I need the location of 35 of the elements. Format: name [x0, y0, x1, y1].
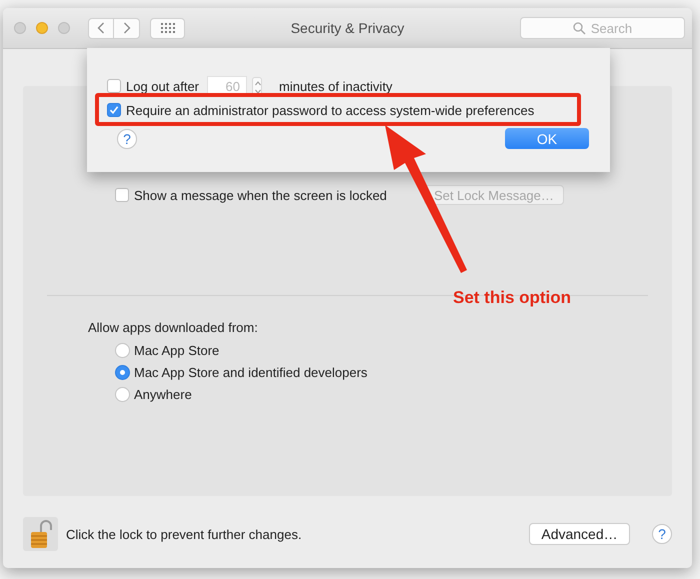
annotation-label: Set this option — [453, 288, 572, 308]
grid-icon — [160, 23, 174, 33]
ok-button[interactable]: OK — [505, 128, 589, 149]
forward-button[interactable] — [114, 18, 140, 38]
minutes-label: minutes of inactivity — [279, 78, 392, 94]
checkbox[interactable] — [107, 79, 121, 93]
help-button[interactable]: ? — [117, 128, 137, 148]
back-button[interactable] — [88, 18, 114, 38]
search-field[interactable]: Search — [520, 17, 685, 39]
help-button[interactable]: ? — [652, 524, 672, 544]
section-label: Allow apps downloaded from: — [88, 320, 259, 335]
search-icon — [572, 22, 586, 34]
chevron-right-icon — [122, 22, 130, 34]
checkbox-label: Log out after — [126, 78, 199, 94]
radio-button[interactable] — [115, 365, 130, 380]
chevron-left-icon — [97, 22, 105, 34]
radio-button[interactable] — [115, 343, 130, 358]
set-lock-message-button[interactable]: Set Lock Message… — [424, 185, 564, 205]
window-title: Security & Privacy — [290, 20, 404, 36]
radio-label: Anywhere — [134, 387, 192, 402]
lock-button[interactable] — [23, 517, 58, 551]
radio-label: Mac App Store — [134, 343, 220, 358]
radio-button[interactable] — [115, 387, 130, 402]
close-icon[interactable] — [14, 22, 26, 34]
padlock-icon — [30, 519, 52, 549]
zoom-icon[interactable] — [58, 22, 70, 34]
radio-label: Mac App Store and identified developers — [134, 365, 368, 380]
show-all-button[interactable] — [150, 18, 185, 38]
advanced-button[interactable]: Advanced… — [529, 523, 630, 545]
checkbox[interactable] — [107, 103, 121, 117]
minimize-icon[interactable] — [36, 22, 48, 34]
lock-status-text: Click the lock to prevent further changes. — [66, 526, 302, 542]
checkbox[interactable] — [115, 188, 129, 202]
checkbox-label: Show a message when the screen is locked — [134, 188, 387, 202]
checkbox-label: Require an administrator password to access system-wide preferences — [126, 102, 534, 118]
